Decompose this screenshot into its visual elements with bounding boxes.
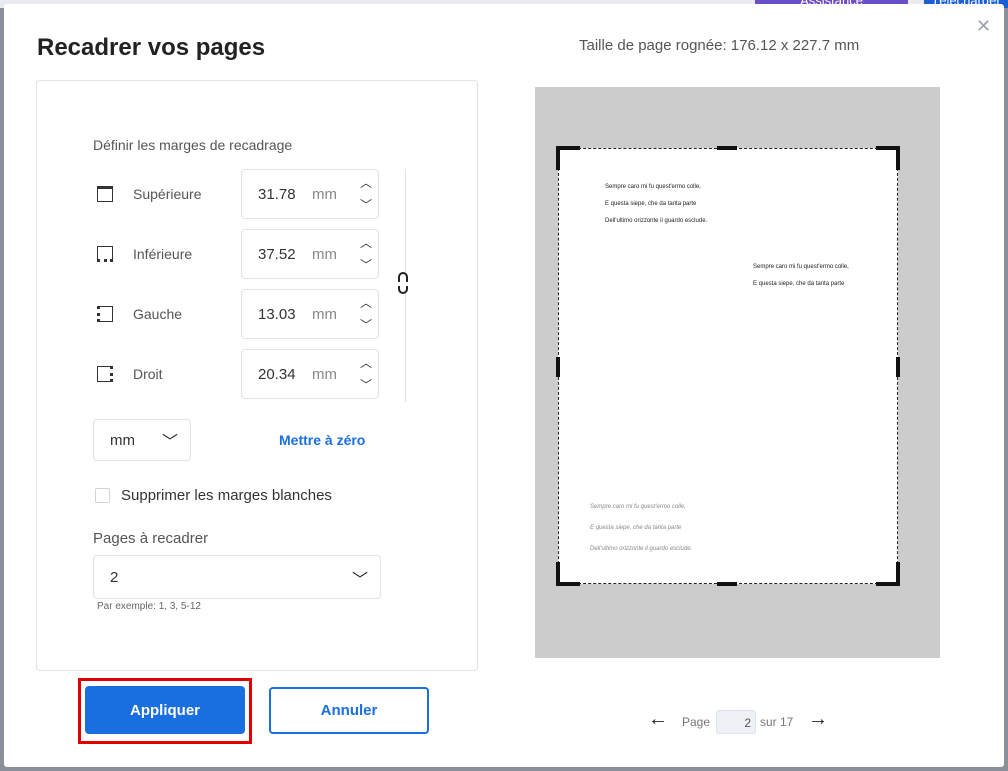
pages-select[interactable]: 2 ﹀ [93, 555, 381, 599]
dialog-title: Recadrer vos pages [37, 34, 266, 61]
chevron-up-icon[interactable]: ︿ [360, 234, 372, 251]
page-preview: Sempre caro mi fu quest'ermo colle, E qu… [535, 87, 940, 658]
margin-left-label: Gauche [133, 306, 183, 322]
page-total-label: sur 17 [760, 715, 794, 729]
preview-text-block-2: Sempre caro mi fu quest'ermo colle, E qu… [753, 259, 849, 293]
close-icon[interactable]: ✕ [976, 16, 991, 37]
remove-blank-checkbox[interactable] [95, 488, 110, 503]
preview-text-block-1: Sempre caro mi fu quest'ermo colle, E qu… [605, 179, 707, 230]
margin-right-input[interactable]: 20.34 mm ︿ ﹀ [241, 349, 379, 399]
margin-row-right: Droit 20.34 mm ︿ ﹀ [93, 349, 393, 401]
unit-select-value: mm [110, 432, 135, 449]
margin-bottom-value[interactable]: 37.52 [258, 246, 296, 263]
chevron-down-icon[interactable]: ﹀ [360, 196, 372, 213]
cropped-size-label: Taille de page rognée: 176.12 x 227.7 mm [579, 37, 860, 54]
unit-select[interactable]: mm ﹀ [93, 419, 191, 461]
crop-handle-left[interactable] [556, 357, 560, 377]
chevron-up-icon[interactable]: ︿ [360, 294, 372, 311]
margin-top-unit: mm [312, 186, 337, 203]
chevron-up-icon[interactable]: ︿ [360, 354, 372, 371]
margin-top-input[interactable]: 31.78 mm ︿ ﹀ [241, 169, 379, 219]
page-number-input[interactable]: 2 [716, 710, 756, 734]
preview-line: Sempre caro mi fu quest'ermo colle, [605, 184, 701, 190]
margin-left-icon [97, 306, 113, 322]
cancel-button[interactable]: Annuler [269, 687, 429, 734]
margin-right-unit: mm [312, 366, 337, 383]
settings-panel: Définir les marges de recadrage Supérieu… [36, 80, 478, 671]
reset-link[interactable]: Mettre à zéro [279, 432, 365, 448]
margin-left-input[interactable]: 13.03 mm ︿ ﹀ [241, 289, 379, 339]
remove-blank-label[interactable]: Supprimer les marges blanches [121, 487, 332, 504]
arrow-left-icon[interactable]: ← [648, 708, 668, 731]
crop-handle-top[interactable] [717, 146, 737, 150]
pages-label: Pages à recadrer [93, 530, 209, 547]
preview-line: E questa siepe, che da tanta parte [605, 201, 697, 207]
chevron-down-icon[interactable]: ﹀ [360, 376, 372, 393]
chevron-down-icon[interactable]: ﹀ [360, 316, 372, 333]
margin-top-value[interactable]: 31.78 [258, 186, 296, 203]
preview-line: E questa siepe, che da tanta parte [753, 281, 845, 287]
chevron-up-icon[interactable]: ︿ [360, 174, 372, 191]
crop-handle-top-right[interactable] [876, 146, 900, 170]
crop-handle-bottom[interactable] [717, 582, 737, 586]
page-label: Page [682, 715, 711, 729]
arrow-right-icon[interactable]: → [808, 708, 828, 731]
chevron-down-icon: ﹀ [162, 434, 179, 451]
crop-handle-right[interactable] [896, 357, 900, 377]
crop-handle-top-left[interactable] [556, 146, 580, 170]
apply-button[interactable]: Appliquer [85, 686, 245, 734]
preview-line: Sempre caro mi fu quest'ermo colle, [753, 264, 849, 270]
margin-bottom-unit: mm [312, 246, 337, 263]
pages-select-value: 2 [110, 569, 119, 586]
chevron-down-icon: ﹀ [352, 572, 369, 589]
margin-bottom-icon [97, 246, 113, 262]
crop-handle-bottom-left[interactable] [556, 562, 580, 586]
margin-left-unit: mm [312, 306, 337, 323]
preview-page[interactable]: Sempre caro mi fu quest'ermo colle, E qu… [556, 146, 900, 586]
preview-text-block-3: Sempre caro mi fu quest'ermo colle, E qu… [590, 497, 692, 560]
margin-top-label: Supérieure [133, 186, 202, 202]
preview-line: Dell'ultimo orizzonte il guardo esclude. [605, 218, 708, 224]
margin-right-label: Droit [133, 366, 163, 382]
margin-left-value[interactable]: 13.03 [258, 306, 296, 323]
margins-section-label: Définir les marges de recadrage [93, 137, 293, 153]
preview-line: Dell'ultimo orizzonte il guardo esclude. [590, 546, 693, 552]
margin-row-bottom: Inférieure 37.52 mm ︿ ﹀ [93, 229, 393, 281]
margin-bottom-label: Inférieure [133, 246, 193, 262]
margin-bottom-input[interactable]: 37.52 mm ︿ ﹀ [241, 229, 379, 279]
crop-dialog: ✕ Recadrer vos pages Taille de page rogn… [4, 4, 1004, 767]
margin-row-left: Gauche 13.03 mm ︿ ﹀ [93, 289, 393, 341]
link-icon[interactable] [397, 272, 409, 294]
pages-hint: Par exemple: 1, 3, 5-12 [97, 601, 201, 612]
margin-row-top: Supérieure 31.78 mm ︿ ﹀ [93, 169, 393, 221]
preview-line: E questa siepe, che da tanta parte [590, 525, 682, 531]
preview-line: Sempre caro mi fu quest'ermo colle, [590, 504, 686, 510]
page-navigator: ← Page 2 sur 17 → [648, 708, 838, 736]
crop-handle-bottom-right[interactable] [876, 562, 900, 586]
margin-right-value[interactable]: 20.34 [258, 366, 296, 383]
chevron-down-icon[interactable]: ﹀ [360, 256, 372, 273]
margin-right-icon [97, 366, 113, 382]
margin-top-icon [97, 186, 113, 202]
